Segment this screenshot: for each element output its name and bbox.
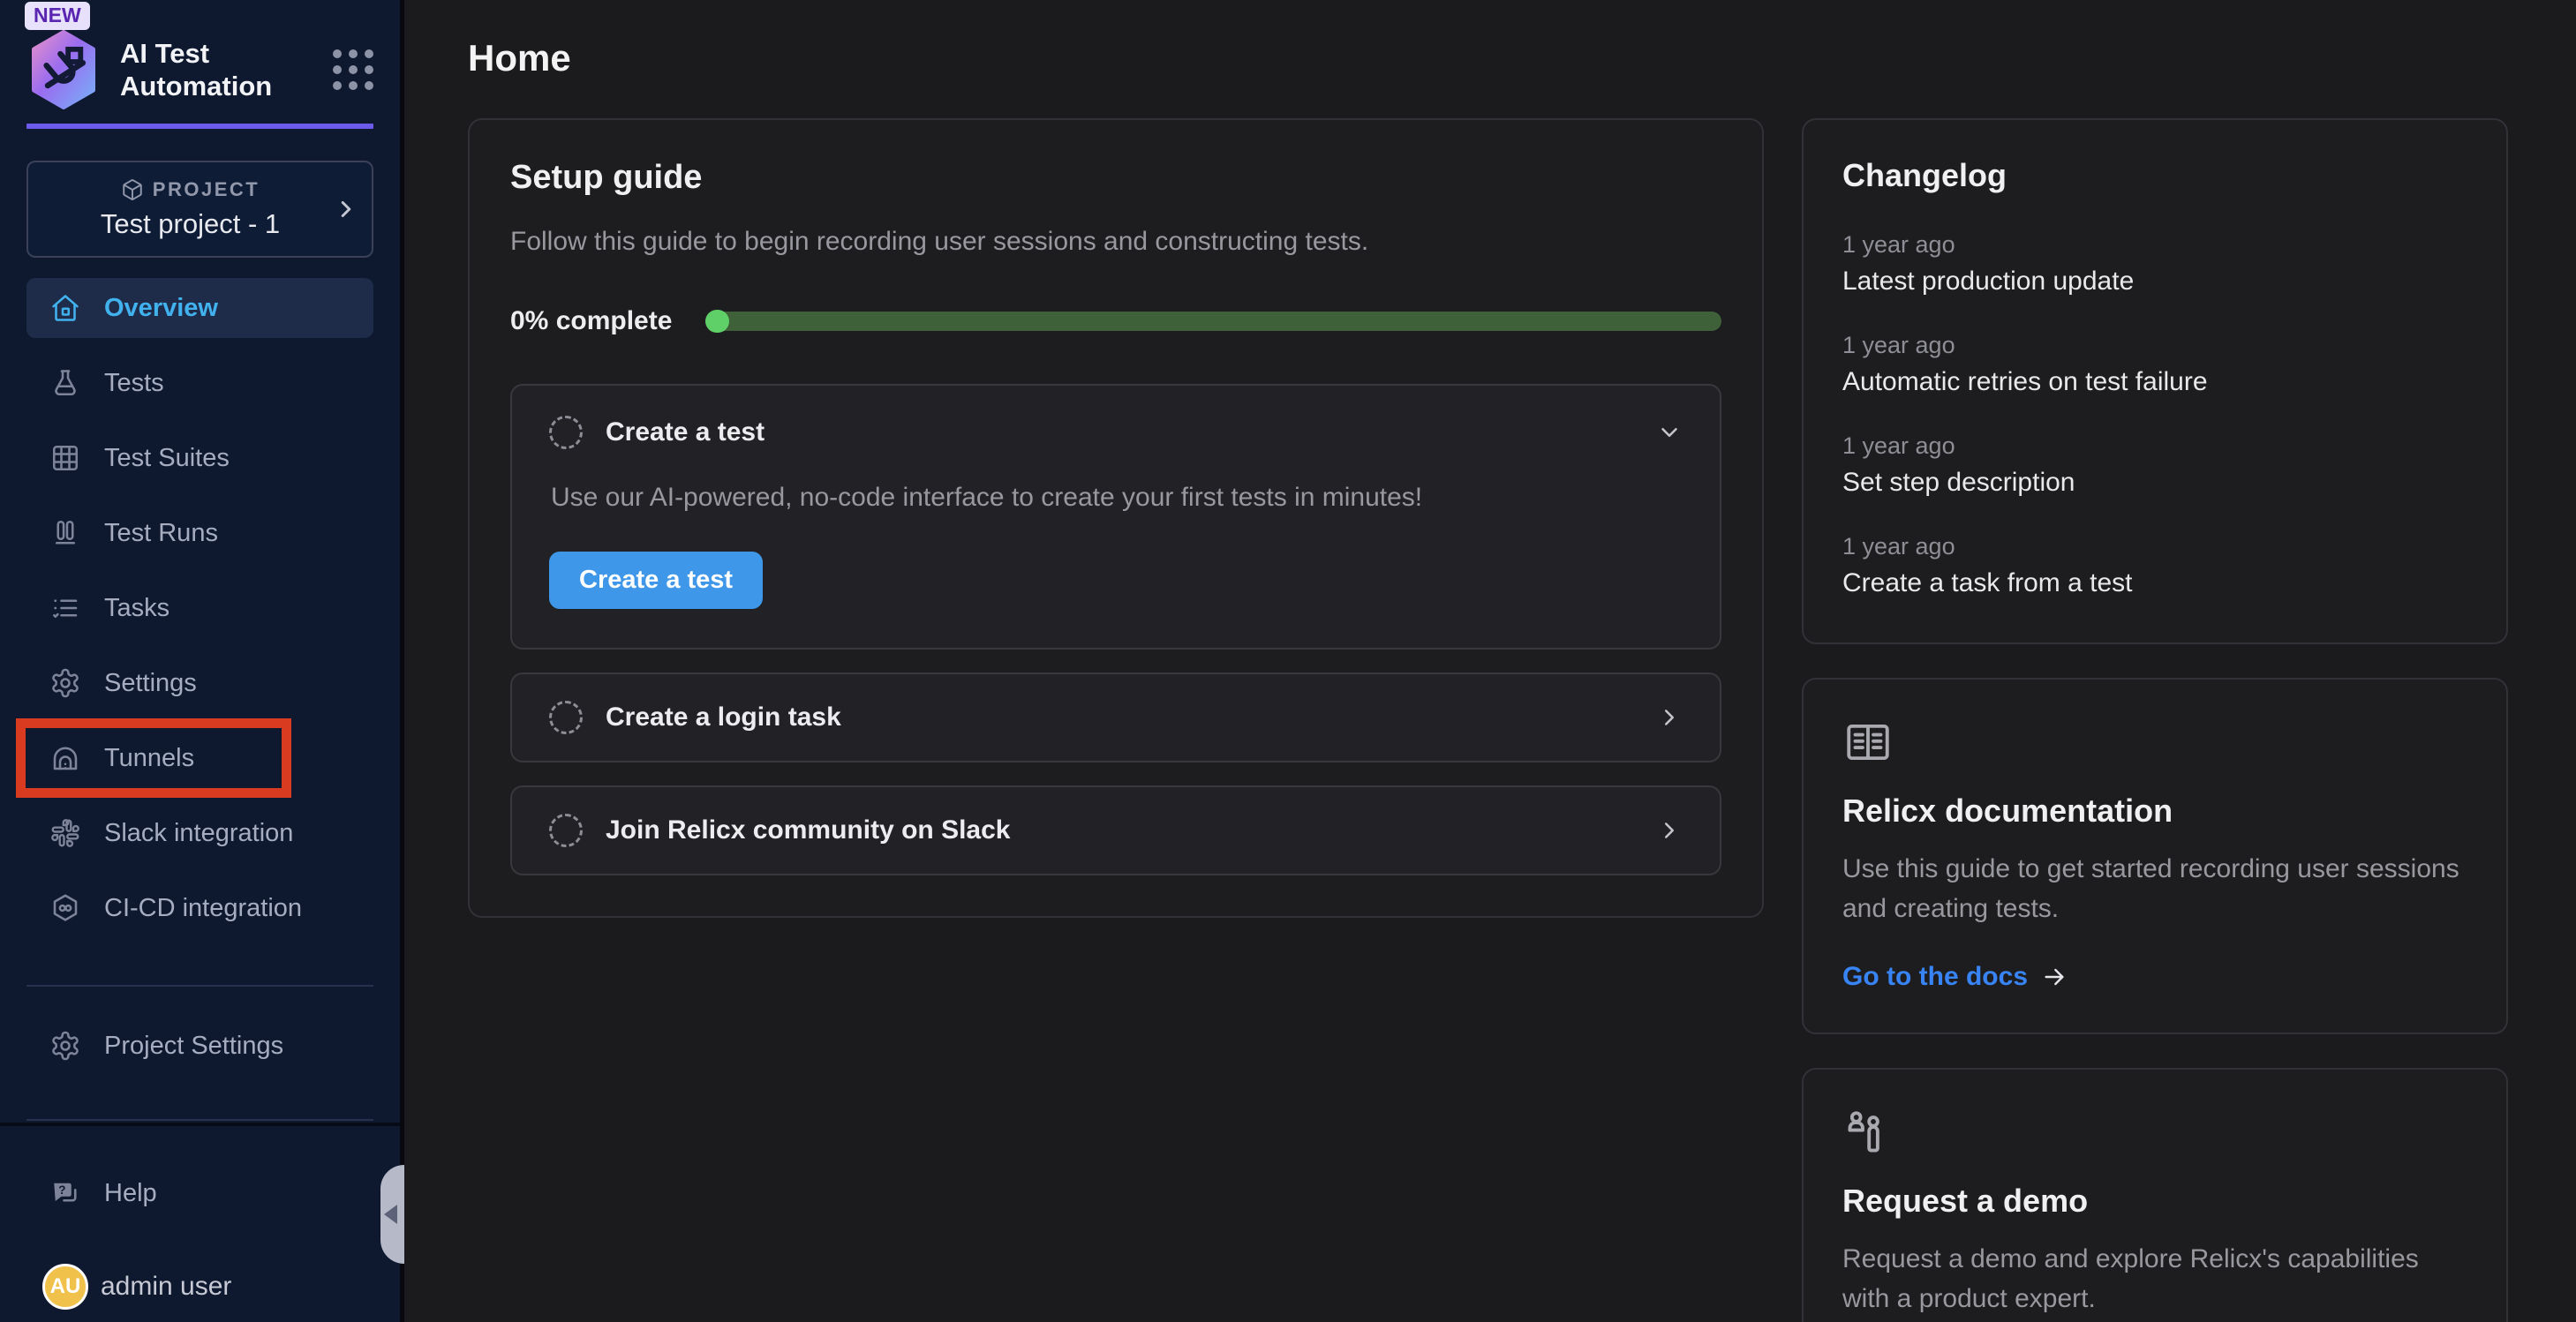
sidebar-item-label: CI-CD integration (104, 894, 302, 923)
documentation-card: Relicx documentation Use this guide to g… (1802, 678, 2508, 1034)
changelog-entry: 1 year ago Set step description (1842, 432, 2467, 498)
setup-step-login-task[interactable]: Create a login task (510, 672, 1721, 762)
docs-book-icon (1842, 717, 2467, 768)
flask-icon (49, 367, 81, 399)
project-label: PROJECT (153, 178, 260, 201)
gear-icon (49, 667, 81, 699)
chevron-right-icon (333, 196, 359, 222)
sidebar-item-tunnels[interactable]: Tunnels (26, 728, 373, 788)
svg-text:?: ? (58, 1183, 65, 1197)
chevron-right-icon (1656, 704, 1683, 731)
incomplete-step-icon (549, 701, 583, 734)
go-to-docs-link[interactable]: Go to the docs (1842, 962, 2028, 992)
request-demo-description: Request a demo and explore Relicx's capa… (1842, 1239, 2467, 1318)
page-title: Home (468, 37, 2510, 79)
setup-step-header[interactable]: Create a test (549, 416, 1683, 449)
sidebar-item-project-settings[interactable]: Project Settings (26, 1016, 373, 1076)
incomplete-step-icon (549, 416, 583, 449)
sidebar: NEW AI Test Automation (0, 0, 404, 1322)
main-content: Home Setup guide Follow this guide to be… (404, 0, 2576, 1322)
sidebar-item-label: Slack integration (104, 819, 293, 848)
create-test-button[interactable]: Create a test (549, 552, 763, 609)
columns-icon (49, 517, 81, 549)
changelog-entry: 1 year ago Automatic retries on test fai… (1842, 332, 2467, 397)
changelog-card: Changelog 1 year ago Latest production u… (1802, 118, 2508, 644)
sidebar-nav: Overview Tests Test Suites (0, 278, 400, 953)
setup-progress: 0% complete (510, 306, 1721, 336)
documentation-description: Use this guide to get started recording … (1842, 849, 2467, 928)
sidebar-item-label: Tasks (104, 594, 169, 623)
sidebar-item-label: Project Settings (104, 1032, 283, 1061)
help-label: Help (104, 1179, 157, 1208)
sidebar-bottom-section: ? Help AU admin user (0, 1123, 400, 1322)
setup-step-create-test: Create a test Use our AI-powered, no-cod… (510, 384, 1721, 650)
right-column: Changelog 1 year ago Latest production u… (1802, 118, 2508, 1322)
list-icon (49, 592, 81, 624)
tunnel-icon (49, 742, 81, 774)
sidebar-item-tests[interactable]: Tests (26, 353, 373, 413)
project-selector[interactable]: PROJECT Test project - 1 (26, 161, 373, 258)
request-demo-card: Request a demo Request a demo and explor… (1802, 1068, 2508, 1322)
chevron-down-icon[interactable] (1656, 419, 1683, 446)
changelog-entry: 1 year ago Create a task from a test (1842, 533, 2467, 598)
setup-guide-card: Setup guide Follow this guide to begin r… (468, 118, 1764, 918)
sidebar-collapse-handle[interactable] (380, 1165, 404, 1264)
sidebar-item-label: Test Runs (104, 519, 218, 548)
setup-step-slack-community[interactable]: Join Relicx community on Slack (510, 785, 1721, 875)
gear-icon (49, 1030, 81, 1062)
brand-name: AI Test Automation (120, 37, 270, 102)
changelog-entry: 1 year ago Latest production update (1842, 231, 2467, 297)
request-demo-title: Request a demo (1842, 1183, 2467, 1220)
sidebar-divider (26, 1119, 373, 1121)
home-icon (49, 292, 81, 324)
sidebar-item-label: Settings (104, 669, 197, 698)
help-button[interactable]: ? Help (26, 1163, 373, 1223)
brand-logo-icon (26, 30, 101, 109)
setup-step-description: Use our AI-powered, no-code interface to… (551, 483, 1683, 513)
chevron-left-icon (384, 1205, 397, 1224)
user-menu[interactable]: AU admin user (42, 1264, 373, 1322)
sidebar-item-label: Tunnels (104, 744, 194, 773)
new-badge: NEW (25, 2, 90, 30)
people-icon (1842, 1107, 2467, 1158)
sidebar-item-settings[interactable]: Settings (26, 653, 373, 713)
user-name: admin user (101, 1272, 231, 1302)
brand-accent-divider (26, 124, 373, 129)
cicd-icon (49, 892, 81, 924)
sidebar-item-tasks[interactable]: Tasks (26, 578, 373, 638)
changelog-title: Changelog (1842, 157, 2467, 194)
progress-knob (705, 310, 729, 333)
apps-grid-icon[interactable] (333, 49, 373, 90)
slack-icon (49, 817, 81, 849)
avatar: AU (42, 1264, 88, 1310)
cube-icon (121, 178, 144, 201)
setup-guide-title: Setup guide (510, 159, 1721, 197)
setup-guide-description: Follow this guide to begin recording use… (510, 227, 1721, 257)
sidebar-item-slack-integration[interactable]: Slack integration (26, 803, 373, 863)
sidebar-item-test-suites[interactable]: Test Suites (26, 428, 373, 488)
help-chat-icon: ? (49, 1177, 81, 1209)
sidebar-item-test-runs[interactable]: Test Runs (26, 503, 373, 563)
project-name: Test project - 1 (49, 208, 331, 240)
sidebar-divider (26, 985, 373, 987)
grid-icon (49, 442, 81, 474)
sidebar-item-label: Overview (104, 294, 218, 323)
sidebar-item-overview[interactable]: Overview (26, 278, 373, 338)
chevron-right-icon (1656, 817, 1683, 844)
arrow-right-icon (2040, 963, 2068, 991)
sidebar-item-cicd-integration[interactable]: CI-CD integration (26, 878, 373, 938)
sidebar-item-label: Test Suites (104, 444, 230, 473)
progress-bar (705, 312, 1721, 331)
progress-label: 0% complete (510, 306, 672, 336)
documentation-title: Relicx documentation (1842, 792, 2467, 830)
incomplete-step-icon (549, 814, 583, 847)
sidebar-item-label: Tests (104, 369, 164, 398)
